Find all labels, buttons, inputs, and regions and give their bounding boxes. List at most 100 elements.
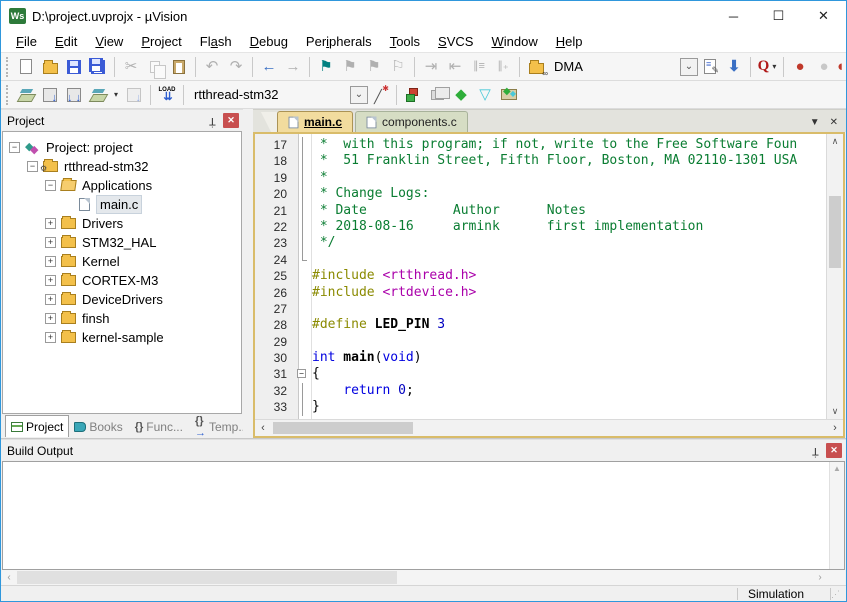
tree-item-applications[interactable]: −Applications [3, 176, 241, 195]
editor-horizontal-scrollbar[interactable]: ‹ › [255, 419, 843, 436]
build-output-horizontal-scrollbar[interactable]: ‹ › [2, 570, 845, 585]
pack-installer-button[interactable] [497, 83, 521, 107]
tree-item-stm32-hal[interactable]: +STM32_HAL [3, 233, 241, 252]
minimize-button[interactable]: ─ [711, 1, 756, 31]
navigate-forward-button[interactable]: → [281, 55, 305, 79]
redo-button[interactable]: ↷ [224, 55, 248, 79]
scroll-right-icon[interactable]: › [827, 420, 843, 436]
fold-collapse-icon[interactable]: − [293, 366, 312, 382]
horizontal-scroll-thumb[interactable] [17, 571, 397, 584]
menu-peripherals[interactable]: Peripherals [297, 32, 381, 51]
tree-expander-icon[interactable]: − [27, 161, 38, 172]
tree-item-finsh[interactable]: +finsh [3, 309, 241, 328]
maximize-button[interactable]: ☐ [756, 1, 801, 31]
code-area[interactable]: 17 * with this program; if not, write to… [255, 134, 826, 419]
menu-window[interactable]: Window [482, 32, 546, 51]
menu-project[interactable]: Project [132, 32, 190, 51]
tab-books[interactable]: Books [69, 417, 127, 437]
scroll-left-icon[interactable]: ‹ [2, 570, 16, 585]
project-tree[interactable]: −Project: project−⚙rtthread-stm32−Applic… [2, 131, 242, 414]
tree-expander-icon[interactable]: + [45, 294, 56, 305]
menu-tools[interactable]: Tools [381, 32, 429, 51]
indent-button[interactable]: ⇥ [419, 55, 443, 79]
incremental-find-button[interactable]: ⬇ [722, 55, 746, 79]
cut-button[interactable]: ✂ [119, 55, 143, 79]
pin-icon[interactable]: Ṫ [204, 113, 220, 128]
tree-item-drivers[interactable]: +Drivers [3, 214, 241, 233]
tree-expander-icon[interactable]: + [45, 237, 56, 248]
tab-functions[interactable]: {} Func... [130, 417, 188, 437]
menu-flash[interactable]: Flash [191, 32, 241, 51]
menu-file[interactable]: File [7, 32, 46, 51]
chevron-down-icon[interactable]: ⌄ [350, 86, 368, 104]
breakpoint-disable-button[interactable]: ● [812, 55, 836, 79]
comment-button[interactable]: ∥≡ [467, 55, 491, 79]
build-output-vertical-scrollbar[interactable]: ▲ [829, 462, 844, 569]
find-in-files-button[interactable]: ∞ [524, 55, 548, 79]
quick-find-button[interactable]: Q▾ [755, 55, 779, 79]
bookmark-next-button[interactable]: ⚑ [362, 55, 386, 79]
scroll-up-icon[interactable]: ▲ [830, 464, 844, 473]
tree-expander-icon[interactable]: + [45, 256, 56, 267]
translate-button[interactable] [14, 83, 38, 107]
new-file-button[interactable] [14, 55, 38, 79]
scroll-right-icon[interactable]: › [813, 570, 827, 585]
save-all-button[interactable] [86, 55, 110, 79]
resize-grip[interactable]: ⋰ [831, 588, 845, 600]
rebuild-button[interactable] [62, 83, 86, 107]
select-packs-button[interactable]: ▽ [473, 83, 497, 107]
breakpoint-toggle-button[interactable]: ● [788, 55, 812, 79]
close-button[interactable]: ✕ [801, 1, 846, 31]
breakpoint-kill-button[interactable]: ◖ [836, 55, 844, 79]
tree-expander-icon[interactable]: − [45, 180, 56, 191]
batch-build-dropdown[interactable]: ▾ [110, 83, 122, 107]
bookmark-prev-button[interactable]: ⚑ [338, 55, 362, 79]
panel-splitter[interactable] [243, 109, 253, 438]
tree-expander-icon[interactable]: + [45, 218, 56, 229]
tab-project[interactable]: Project [5, 415, 69, 437]
vertical-scroll-thumb[interactable] [829, 196, 841, 268]
save-button[interactable] [62, 55, 86, 79]
tree-expander-icon[interactable]: + [45, 313, 56, 324]
chevron-down-icon[interactable]: ⌄ [680, 58, 698, 76]
outdent-button[interactable]: ⇤ [443, 55, 467, 79]
navigate-back-button[interactable]: ← [257, 55, 281, 79]
tree-item-rtthread-stm32[interactable]: −⚙rtthread-stm32 [3, 157, 241, 176]
tab-list-dropdown[interactable]: ▼ [810, 117, 820, 128]
batch-build-button[interactable] [86, 83, 110, 107]
find-text-button[interactable] [698, 55, 722, 79]
menu-view[interactable]: View [86, 32, 132, 51]
tree-expander-icon[interactable]: + [45, 332, 56, 343]
tree-item-main-c[interactable]: main.c [3, 195, 241, 214]
open-file-button[interactable] [38, 55, 62, 79]
file-extensions-button[interactable] [425, 83, 449, 107]
bookmark-clear-button[interactable]: ⚐ [386, 55, 410, 79]
scroll-left-icon[interactable]: ‹ [255, 420, 271, 436]
scroll-down-icon[interactable]: ∨ [827, 404, 843, 419]
document-close-button[interactable]: ✕ [830, 117, 838, 128]
undo-button[interactable]: ↶ [200, 55, 224, 79]
copy-button[interactable] [143, 55, 167, 79]
download-button[interactable]: LOAD⇊ [155, 83, 179, 107]
manage-components-button[interactable] [401, 83, 425, 107]
tree-item-project-project[interactable]: −Project: project [3, 138, 241, 157]
bookmark-toggle-button[interactable]: ⚑ [314, 55, 338, 79]
tab-main-c[interactable]: main.c [277, 111, 353, 132]
menu-help[interactable]: Help [547, 32, 592, 51]
build-output-close-button[interactable]: ✕ [826, 443, 842, 458]
tree-item-cortex-m3[interactable]: +CORTEX-M3 [3, 271, 241, 290]
project-panel-close-button[interactable]: ✕ [223, 113, 239, 128]
tree-item-devicedrivers[interactable]: +DeviceDrivers [3, 290, 241, 309]
menu-svcs[interactable]: SVCS [429, 32, 482, 51]
target-options-button[interactable] [368, 83, 392, 107]
tree-item-kernel-sample[interactable]: +kernel-sample [3, 328, 241, 347]
horizontal-scroll-thumb[interactable] [273, 422, 413, 434]
editor-vertical-scrollbar[interactable]: ∧ ∨ [826, 134, 843, 419]
build-output-content[interactable]: ▲ [2, 461, 845, 570]
runtime-environment-button[interactable]: ◆ [449, 83, 473, 107]
tree-item-kernel[interactable]: +Kernel [3, 252, 241, 271]
toolbar-grip[interactable] [6, 85, 11, 105]
find-combobox[interactable]: DMA ⌄ [548, 56, 698, 78]
stop-build-button[interactable] [122, 83, 146, 107]
menu-edit[interactable]: Edit [46, 32, 86, 51]
